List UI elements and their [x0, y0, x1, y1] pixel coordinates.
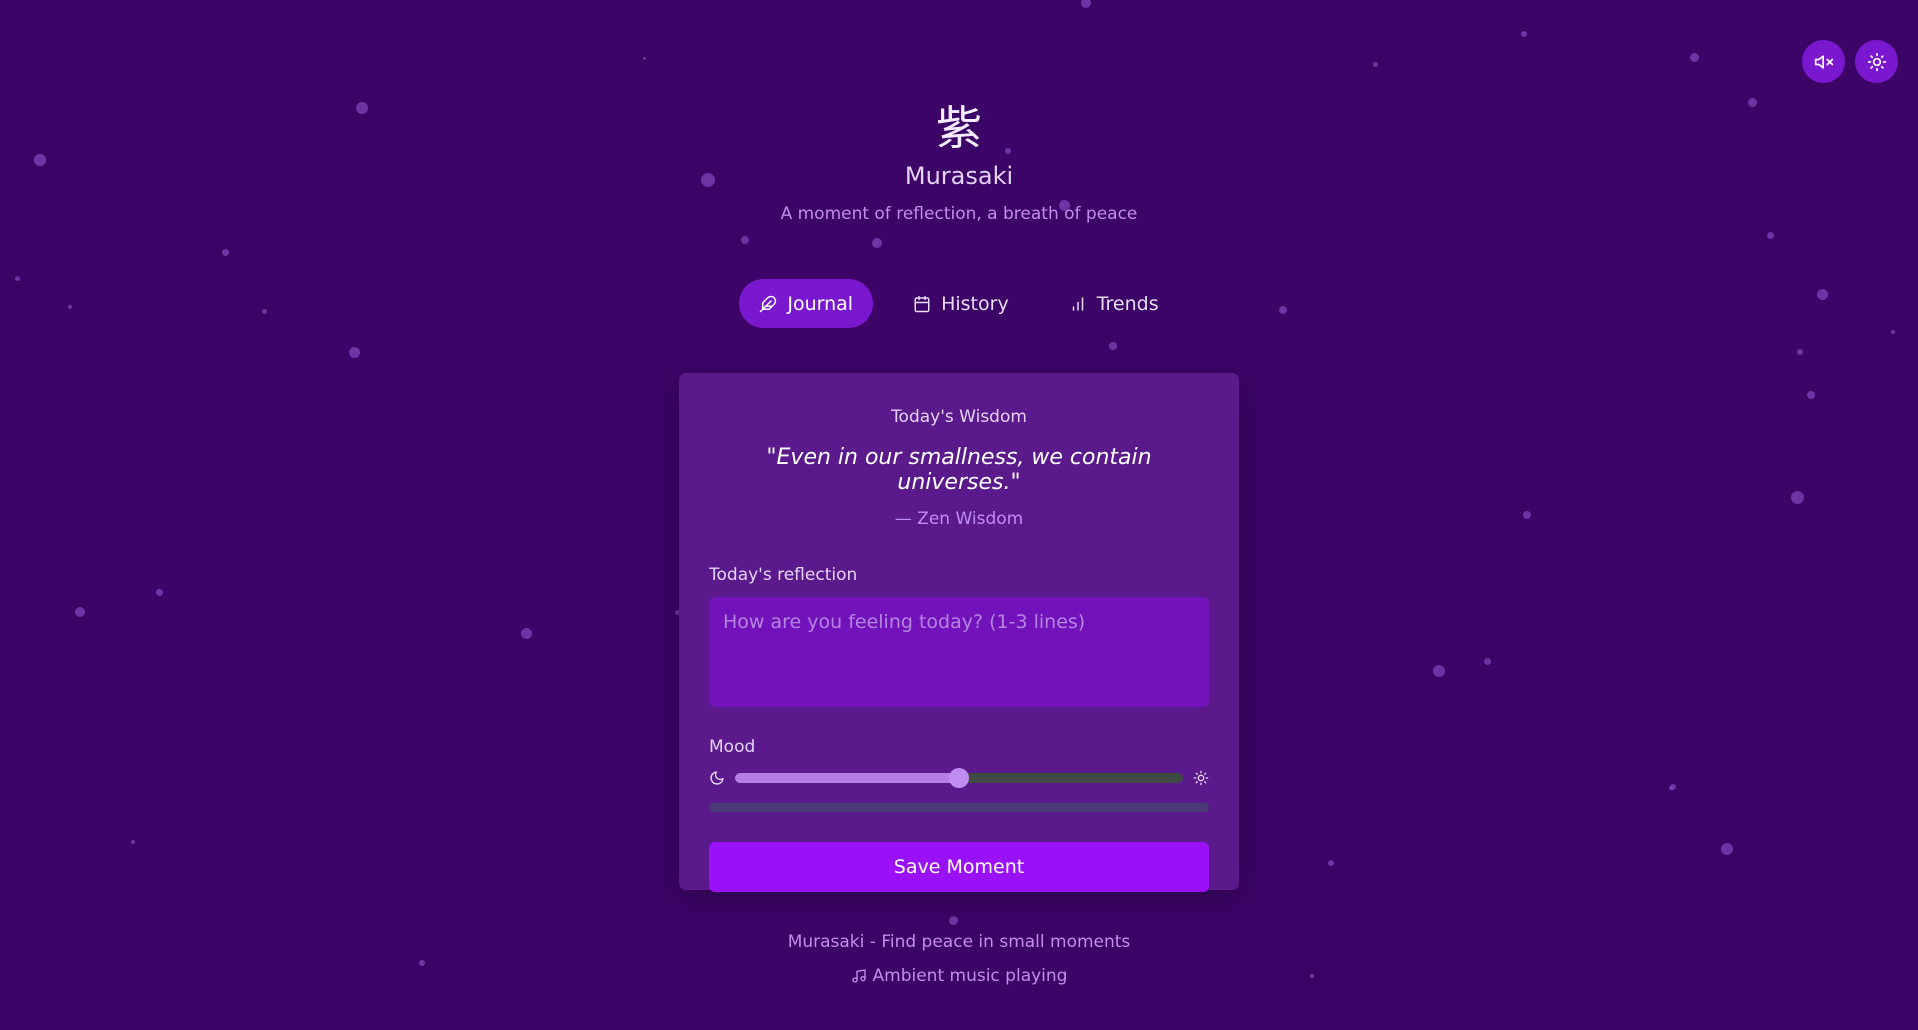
background-particle [1891, 330, 1895, 334]
moon-icon [710, 771, 724, 785]
save-moment-button[interactable]: Save Moment [709, 842, 1209, 892]
speaker-muted-icon [1814, 54, 1833, 69]
background-particle [221, 248, 229, 256]
background-particle [948, 915, 958, 925]
tagline: A moment of reflection, a breath of peac… [780, 204, 1138, 224]
music-status: Ambient music playing [0, 966, 1918, 986]
reflection-label: Today's reflection [709, 565, 858, 585]
background-particle [75, 607, 85, 617]
background-particle [1721, 843, 1733, 855]
bar-chart-icon [1072, 296, 1083, 311]
background-particle [155, 588, 163, 596]
background-particle [520, 627, 532, 639]
background-particle [642, 56, 646, 60]
background-particle [131, 840, 135, 844]
background-particle [1669, 786, 1673, 790]
mood-slider-fill [735, 773, 959, 783]
mood-slider-thumb[interactable] [949, 768, 969, 788]
feather-icon [760, 295, 777, 312]
background-particle [1689, 52, 1699, 62]
mood-slider-row [709, 767, 1209, 789]
footer: Murasaki - Find peace in small moments A… [0, 932, 1918, 986]
background-particle [1521, 31, 1527, 37]
background-particle [1328, 860, 1334, 866]
calendar-icon [914, 295, 930, 312]
background-particle [1483, 657, 1491, 665]
background-particle [1523, 511, 1531, 519]
background-particle [1797, 349, 1803, 355]
background-particle [872, 238, 882, 248]
background-particle [1372, 61, 1378, 67]
sun-icon [1867, 52, 1886, 71]
mood-slider[interactable] [735, 768, 1183, 788]
tab-history[interactable]: History [893, 279, 1029, 328]
background-particle [741, 236, 749, 244]
background-particle [1433, 665, 1445, 677]
tab-bar: Journal History Trends [0, 279, 1918, 328]
reflection-input[interactable] [709, 597, 1209, 707]
tab-journal-label: Journal [787, 292, 854, 315]
mute-button[interactable] [1802, 40, 1845, 83]
background-particle [1807, 391, 1815, 399]
mood-indicator-bar [709, 803, 1209, 812]
quote-author: — Zen Wisdom [894, 509, 1024, 529]
theme-toggle-button[interactable] [1855, 40, 1898, 83]
music-status-text: Ambient music playing [872, 966, 1068, 986]
app-title: Murasaki [904, 162, 1014, 190]
wisdom-heading: Today's Wisdom [891, 407, 1027, 427]
tab-journal[interactable]: Journal [739, 279, 874, 328]
mood-label: Mood [709, 737, 756, 757]
background-particle [348, 346, 360, 358]
logo-kanji: 紫 [936, 101, 982, 155]
music-note-icon [851, 969, 866, 983]
background-particle [1790, 490, 1804, 504]
footer-tagline: Murasaki - Find peace in small moments [787, 932, 1131, 952]
journal-card: Today's Wisdom "Even in our smallness, w… [679, 373, 1239, 892]
background-particle [1766, 231, 1774, 239]
sun-icon [1193, 770, 1209, 786]
header: 紫 Murasaki A moment of reflection, a bre… [0, 100, 1918, 224]
background-particle [1081, 0, 1091, 8]
tab-trends[interactable]: Trends [1049, 279, 1179, 328]
top-controls [1802, 40, 1898, 83]
background-particle [1109, 342, 1117, 350]
wisdom-quote: "Even in our smallness, we contain unive… [766, 445, 1152, 495]
tab-history-label: History [941, 292, 1009, 315]
app-root: 紫 Murasaki A moment of reflection, a bre… [0, 0, 1918, 1030]
tab-trends-label: Trends [1096, 292, 1159, 315]
